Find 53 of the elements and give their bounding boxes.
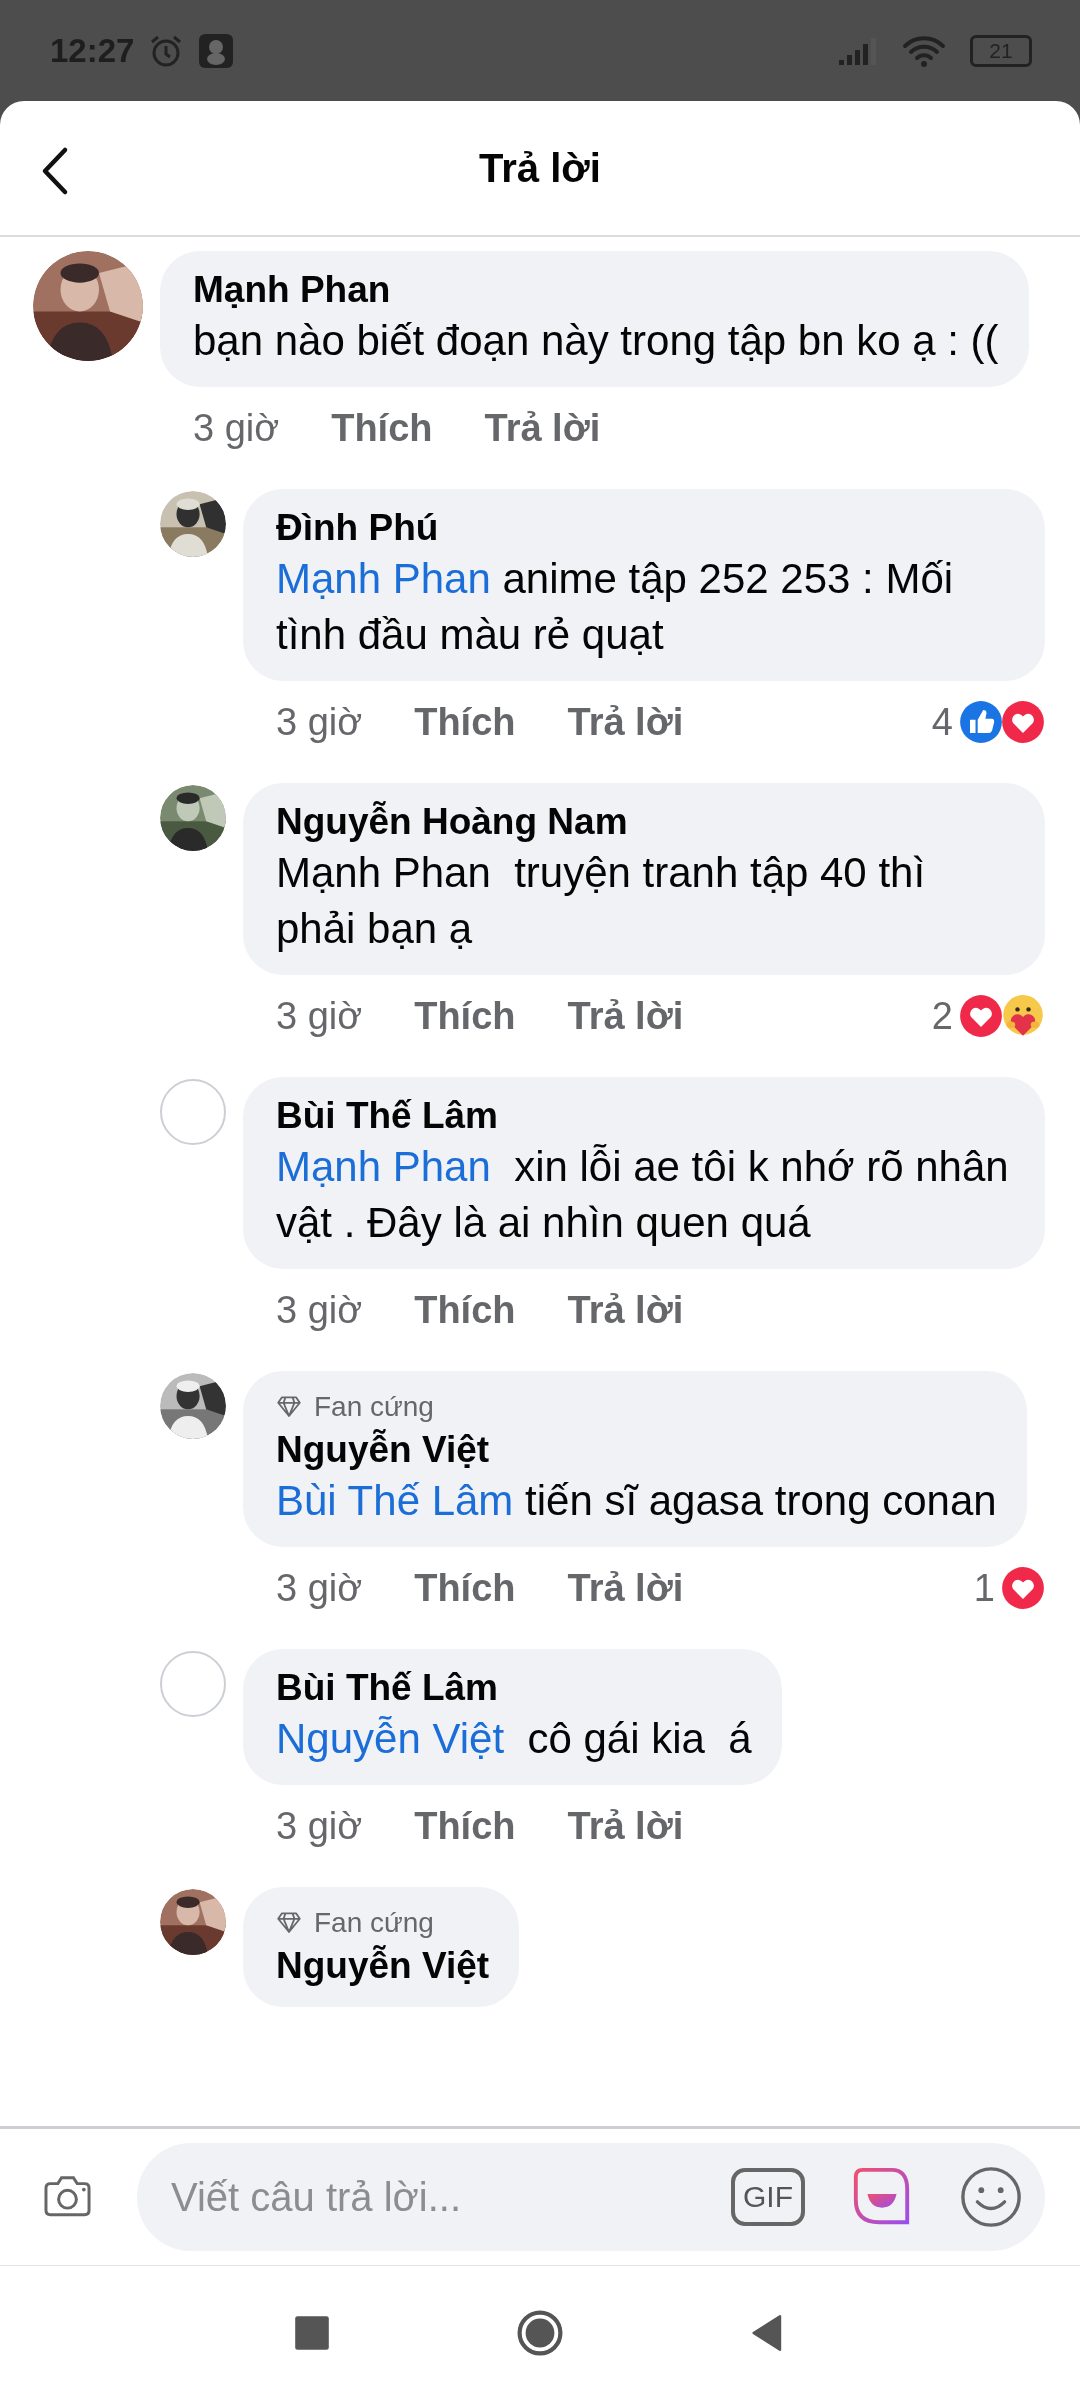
comment-text: Bùi Thế Lâm tiến sĩ agasa trong conan [276,1476,997,1526]
author-name[interactable]: Nguyễn Hoàng Nam [276,799,1015,845]
back-button[interactable] [40,146,70,196]
reaction-care-icon [1001,994,1045,1038]
like-link[interactable]: Thích [331,406,433,450]
comment-time: 3 giờ [276,700,363,744]
reply-input-field[interactable]: Viết câu trả lời... GIF [137,2143,1045,2251]
like-link[interactable]: Thích [414,700,516,744]
badge-label: Fan cứng [314,1907,434,1939]
reaction-like-icon [959,700,1003,744]
like-link[interactable]: Thích [414,1566,516,1610]
diamond-icon [276,1911,302,1935]
author-name[interactable]: Nguyễn Việt [276,1943,490,1989]
author-name[interactable]: Nguyễn Việt [276,1427,997,1473]
gif-button[interactable]: GIF [731,2168,805,2226]
comment-text: Mạnh Phan xin lỗi ae tôi k nhớ rõ nhân vật . Đây là ai nhìn quen quá [276,1142,1010,1248]
mention-link[interactable]: Nguyễn Việt [276,1715,505,1762]
reply-link[interactable]: Trả lời [567,1804,684,1848]
like-link[interactable]: Thích [414,1288,516,1332]
reply-link[interactable]: Trả lời [484,406,601,450]
reaction-count: 4 [931,700,953,744]
author-name[interactable]: Bùi Thế Lâm [276,1093,1015,1139]
reaction-count: 1 [973,1566,995,1610]
badge-label: Fan cứng [314,1391,434,1423]
comment-time: 3 giờ [193,406,280,450]
reaction-count: 2 [931,994,953,1038]
app-notification-icon [198,32,235,69]
reply-link[interactable]: Trả lời [567,1288,684,1332]
comment-text: bạn nào biết đoạn này trong tập bn ko ạ : (( [193,316,999,366]
comment-text: Mạnh Phan truyện tranh tập 40 thì phải bạn ạ [276,848,927,954]
reply-link[interactable]: Trả lời [567,700,684,744]
reply-link[interactable]: Trả lời [567,1566,684,1610]
comment-text: Mạnh Phan anime tập 252 253 : Mối tình đầu màu rẻ quạt [276,554,955,660]
author-name[interactable]: Mạnh Phan [193,267,999,313]
comment-time: 3 giờ [276,1288,363,1332]
page-title: Trả lời [479,145,601,191]
author-name[interactable]: Đình Phú [276,505,1015,551]
reply-link[interactable]: Trả lời [567,994,684,1038]
emoji-icon[interactable] [959,2165,1023,2229]
mention-link[interactable]: Mạnh Phan [276,1143,491,1190]
comment-time: 3 giờ [276,994,363,1038]
home-button[interactable] [516,2309,564,2357]
comment-time: 3 giờ [276,1804,363,1848]
comment-time: 3 giờ [276,1566,363,1610]
diamond-icon [276,1395,302,1419]
like-link[interactable]: Thích [414,994,516,1038]
comment-text: Nguyễn Việt cô gái kia á [276,1714,752,1764]
signal-icon [838,35,878,66]
wifi-icon [902,33,946,68]
mention-link[interactable]: Bùi Thế Lâm [276,1477,514,1524]
like-link[interactable]: Thích [414,1804,516,1848]
mention-link[interactable]: Mạnh Phan [276,555,491,602]
author-name[interactable]: Bùi Thế Lâm [276,1665,752,1711]
